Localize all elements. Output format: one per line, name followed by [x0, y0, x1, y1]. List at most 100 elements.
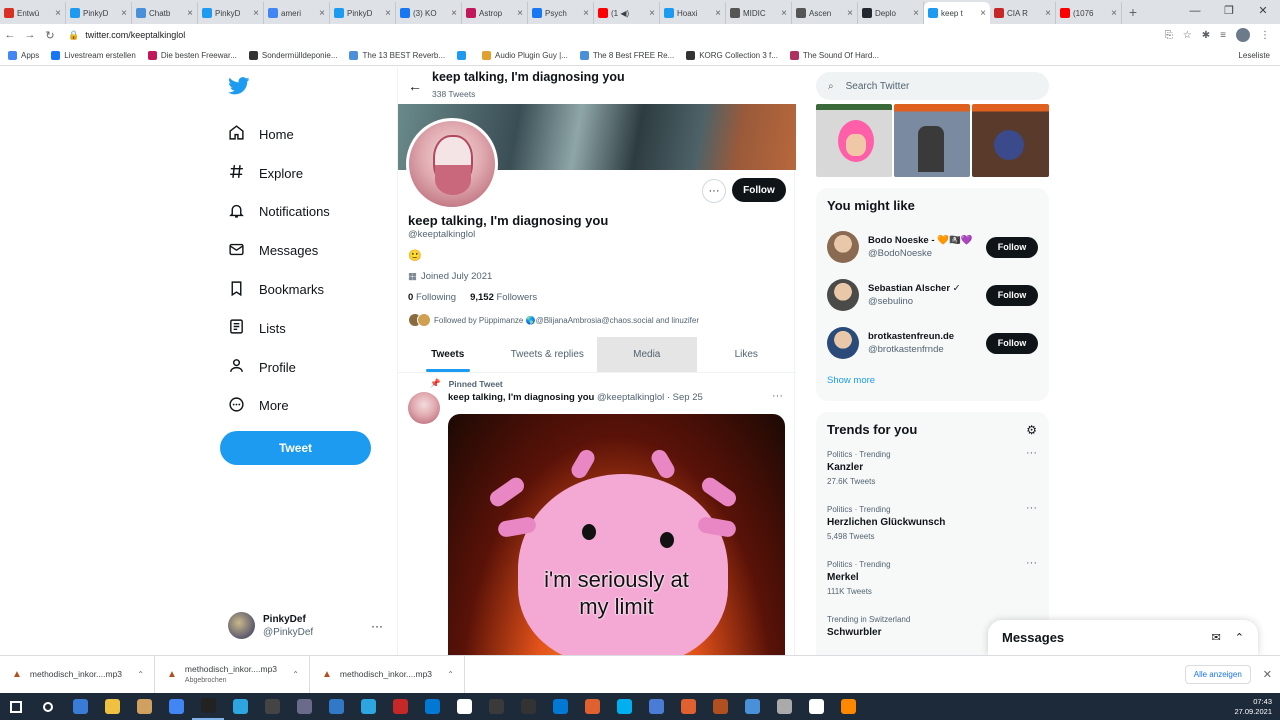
- chevron-up-icon[interactable]: ⌃: [137, 670, 144, 679]
- tweet-handle[interactable]: @keeptalkinglol: [597, 392, 664, 403]
- download-item[interactable]: ▲ methodisch_inkor....mp3 ⌃: [0, 655, 155, 694]
- back-arrow-icon[interactable]: ←: [0, 29, 20, 41]
- star-icon[interactable]: ☆: [1183, 30, 1192, 41]
- back-arrow-icon[interactable]: ←: [398, 78, 432, 94]
- nav-item-notifications[interactable]: Notifications: [228, 193, 330, 232]
- taskbar-app-icon[interactable]: [320, 693, 352, 720]
- media-thumbnail[interactable]: [894, 104, 970, 177]
- taskbar-app-icon[interactable]: [768, 693, 800, 720]
- browser-tab[interactable]: PinkyD ×: [330, 2, 396, 24]
- nav-item-messages[interactable]: Messages: [228, 231, 330, 270]
- browser-tab[interactable]: MIDIC ×: [726, 2, 792, 24]
- taskbar-app-icon[interactable]: [512, 693, 544, 720]
- tab-close-icon[interactable]: ×: [1111, 8, 1117, 19]
- browser-tab[interactable]: Ascen ×: [792, 2, 858, 24]
- browser-tab[interactable]: PinkyD ×: [66, 2, 132, 24]
- bookmark-item[interactable]: The 13 BEST Reverb...: [349, 51, 445, 60]
- bookmark-item[interactable]: KORG Collection 3 f...: [686, 51, 778, 60]
- close-icon[interactable]: ✕: [1263, 668, 1272, 681]
- chevron-up-icon[interactable]: ⌃: [447, 670, 454, 679]
- taskbar-app-icon[interactable]: [64, 693, 96, 720]
- start-icon[interactable]: [0, 693, 32, 720]
- maximize-icon[interactable]: ❐: [1212, 0, 1246, 24]
- taskbar-app-icon[interactable]: [672, 693, 704, 720]
- tab-tweets[interactable]: Tweets: [398, 337, 498, 372]
- browser-tab[interactable]: PinkyD ×: [198, 2, 264, 24]
- tab-close-icon[interactable]: ×: [715, 8, 721, 19]
- show-all-downloads-button[interactable]: Alle anzeigen: [1184, 665, 1251, 684]
- browser-tab[interactable]: keep t ×: [924, 2, 990, 24]
- taskbar-app-icon[interactable]: [448, 693, 480, 720]
- minimize-icon[interactable]: —: [1178, 0, 1212, 24]
- followers-link[interactable]: 9,152 Followers: [470, 292, 537, 303]
- media-thumbnail[interactable]: [816, 104, 892, 177]
- tab-close-icon[interactable]: ×: [649, 8, 655, 19]
- gear-icon[interactable]: ⚙: [1026, 423, 1037, 437]
- nav-item-lists[interactable]: Lists: [228, 309, 330, 348]
- profile-avatar[interactable]: [406, 118, 498, 210]
- bookmark-item[interactable]: The Sound Of Hard...: [789, 51, 879, 60]
- reading-list-button[interactable]: Leseliste: [1238, 51, 1270, 60]
- tweet-image[interactable]: i'm seriously at my limit: [448, 414, 785, 655]
- tab-close-icon[interactable]: ×: [980, 8, 986, 19]
- follow-button[interactable]: Follow: [986, 284, 1038, 306]
- tab-media[interactable]: Media: [597, 337, 697, 372]
- browser-tab[interactable]: (1076 ×: [1056, 2, 1122, 24]
- tab-close-icon[interactable]: ×: [583, 8, 589, 19]
- tab-close-icon[interactable]: ×: [451, 8, 457, 19]
- taskbar-app-icon[interactable]: [192, 693, 224, 720]
- suggestion-row[interactable]: Bodo Noeske - 🧡🏴‍☠️💜 @BodoNoeske Follow: [816, 223, 1049, 271]
- trend-more-icon[interactable]: ···: [1026, 447, 1037, 459]
- menu-icon[interactable]: ⋮: [1260, 30, 1270, 41]
- browser-tab[interactable]: Hoaxi ×: [660, 2, 726, 24]
- bookmark-item[interactable]: Die besten Freewar...: [147, 51, 237, 60]
- media-thumbnail[interactable]: [972, 104, 1049, 177]
- tab-close-icon[interactable]: ×: [1045, 8, 1051, 19]
- taskbar-app-icon[interactable]: [736, 693, 768, 720]
- more-options-button[interactable]: ···: [702, 179, 726, 203]
- avatar[interactable]: [827, 231, 859, 263]
- tweet-author[interactable]: keep talking, I'm diagnosing you: [448, 392, 594, 403]
- taskbar-app-icon[interactable]: [416, 693, 448, 720]
- new-tab-icon[interactable]: +: [1122, 4, 1144, 20]
- tab-tweets-replies[interactable]: Tweets & replies: [498, 337, 598, 372]
- tab-close-icon[interactable]: ×: [319, 8, 325, 19]
- new-message-icon[interactable]: ✉: [1212, 631, 1221, 644]
- taskbar-app-icon[interactable]: [384, 693, 416, 720]
- tab-close-icon[interactable]: ×: [187, 8, 193, 19]
- follow-button[interactable]: Follow: [986, 332, 1038, 354]
- taskbar-app-icon[interactable]: [480, 693, 512, 720]
- bookmark-item[interactable]: Sondermülldeponie...: [248, 51, 337, 60]
- tweet-avatar[interactable]: [408, 392, 440, 424]
- taskbar-app-icon[interactable]: [352, 693, 384, 720]
- browser-tab[interactable]: Psych ×: [528, 2, 594, 24]
- download-item[interactable]: ▲ methodisch_inkor....mp3 Abgebrochen ⌃: [155, 655, 310, 694]
- following-link[interactable]: 0 Following: [408, 292, 456, 303]
- nav-item-explore[interactable]: Explore: [228, 154, 330, 193]
- suggestion-row[interactable]: brotkastenfreun.de @brotkastenfrnde Follow: [816, 319, 1049, 367]
- system-clock[interactable]: 07:43 27.09.2021: [1234, 697, 1272, 717]
- tweet-date[interactable]: · Sep 25: [667, 392, 703, 403]
- bookmark-item[interactable]: The 8 Best FREE Re...: [579, 51, 674, 60]
- reload-icon[interactable]: ↻: [40, 29, 60, 42]
- taskbar-app-icon[interactable]: [544, 693, 576, 720]
- account-switcher[interactable]: PinkyDef @PinkyDef ···: [228, 612, 383, 639]
- messages-drawer[interactable]: Messages ✉ ⌃: [988, 620, 1258, 655]
- follow-button[interactable]: Follow: [732, 178, 786, 202]
- tab-close-icon[interactable]: ×: [385, 8, 391, 19]
- browser-tab[interactable]: CIA R ×: [990, 2, 1056, 24]
- tab-close-icon[interactable]: ×: [781, 8, 787, 19]
- browser-tab[interactable]: Chatb ×: [132, 2, 198, 24]
- suggestion-row[interactable]: Sebastian Alscher ✓ @sebulino Follow: [816, 271, 1049, 319]
- tweet-more-icon[interactable]: ···: [772, 390, 783, 402]
- trend-item[interactable]: Politics · Trending Herzlichen Glückwunsc…: [816, 502, 1049, 557]
- avatar[interactable]: [827, 327, 859, 359]
- extensions-icon[interactable]: ✱: [1202, 30, 1210, 41]
- bookmark-item[interactable]: Apps: [8, 51, 39, 60]
- browser-tab[interactable]: Entwü ×: [0, 2, 66, 24]
- browser-tab[interactable]: ameri ×: [264, 2, 330, 24]
- tweet-button[interactable]: Tweet: [220, 431, 371, 465]
- taskbar-app-icon[interactable]: [608, 693, 640, 720]
- nav-item-home[interactable]: Home: [228, 115, 330, 154]
- bookmark-item[interactable]: Livestream erstellen: [51, 51, 136, 60]
